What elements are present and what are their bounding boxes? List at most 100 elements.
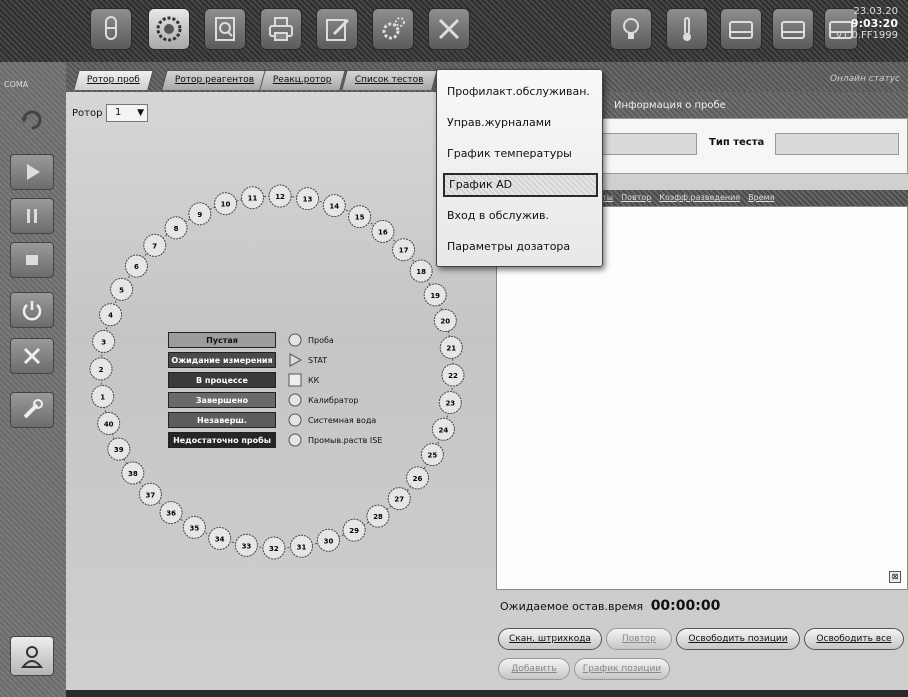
rotor-position-label: 16: [378, 228, 388, 236]
rotor-position-label: 25: [428, 452, 438, 460]
test-tube-icon[interactable]: [90, 8, 132, 50]
rotor-position[interactable]: 21: [439, 336, 463, 360]
tray-icon[interactable]: [720, 8, 762, 50]
rotor-position[interactable]: 9: [188, 202, 212, 226]
rotor-position[interactable]: 22: [441, 363, 465, 387]
dropdown-menu-item[interactable]: График температуры: [443, 142, 598, 166]
rotor-position-label: 14: [329, 203, 339, 211]
dropdown-menu-item[interactable]: Управ.журналами: [443, 111, 598, 135]
stop-icon[interactable]: [10, 242, 54, 278]
legend-status-item: В процессе: [168, 372, 276, 388]
legend-status-item: Ожидание измерения: [168, 352, 276, 368]
column-header[interactable]: Повтор: [621, 193, 651, 202]
rotor-position[interactable]: 34: [208, 526, 232, 550]
rotor-position[interactable]: 13: [296, 187, 320, 211]
wrench-icon[interactable]: [10, 392, 54, 428]
rotor-position[interactable]: 19: [423, 283, 447, 307]
rotor-position-label: 3: [101, 338, 106, 346]
rotor-position-label: 13: [303, 196, 313, 204]
rotor-position[interactable]: 31: [289, 534, 313, 558]
scan-barcode-button[interactable]: Скан. штрихкода: [498, 628, 602, 650]
expand-icon[interactable]: ⊠: [889, 571, 901, 583]
thermometer-icon[interactable]: [666, 8, 708, 50]
rotor-position[interactable]: 5: [110, 277, 134, 301]
dropdown-menu-item[interactable]: Вход в обслужив.: [443, 204, 598, 228]
rotor-position[interactable]: 1: [91, 384, 115, 408]
rotor-position[interactable]: 8: [164, 216, 188, 240]
tab-sample-rotor[interactable]: Ротор проб: [73, 70, 154, 90]
rotor-position[interactable]: 30: [316, 528, 340, 552]
column-header[interactable]: Коэфф.разведения: [659, 193, 740, 202]
tab-reaction-rotor[interactable]: Реакц.ротор: [259, 70, 346, 90]
service-dropdown-menu: Профилакт.обслуживан. Управ.журналами Граф…: [436, 69, 603, 267]
rotor-position[interactable]: 15: [348, 205, 372, 229]
rotor-position-label: 32: [269, 545, 279, 553]
rotor-position[interactable]: 25: [420, 443, 444, 467]
rotor-position[interactable]: 7: [143, 233, 167, 257]
rotor-position[interactable]: 2: [89, 357, 113, 381]
edit-icon[interactable]: [316, 8, 358, 50]
settings-gear-icon[interactable]: [372, 8, 414, 50]
power-icon[interactable]: [10, 292, 54, 328]
rotor-position[interactable]: 27: [387, 487, 411, 511]
rotor-position-label: 15: [355, 214, 365, 222]
free-all-button[interactable]: Освободить все: [804, 628, 904, 650]
rotor-position[interactable]: 17: [392, 238, 416, 262]
rotor-position[interactable]: 39: [107, 437, 131, 461]
test-type-field[interactable]: [775, 133, 899, 155]
rotor-icon[interactable]: [148, 8, 190, 50]
add-button[interactable]: Добавить: [498, 658, 570, 680]
rotor-position-label: 9: [197, 211, 202, 219]
column-header[interactable]: Время: [748, 193, 774, 202]
rotor-position-label: 37: [146, 491, 156, 499]
rotor-position[interactable]: 36: [159, 501, 183, 525]
rotor-position-label: 40: [104, 420, 114, 428]
rotor-position[interactable]: 6: [124, 254, 148, 278]
circle-icon: [288, 333, 302, 347]
rotor-position[interactable]: 3: [92, 329, 116, 353]
cancel-icon[interactable]: [10, 338, 54, 374]
dropdown-menu-item[interactable]: Профилакт.обслуживан.: [443, 80, 598, 104]
lamp-icon[interactable]: [610, 8, 652, 50]
rotor-position[interactable]: 18: [409, 259, 433, 283]
rotor-position[interactable]: 20: [433, 309, 457, 333]
pause-icon[interactable]: [10, 198, 54, 234]
play-icon[interactable]: [10, 154, 54, 190]
rotor-position[interactable]: 33: [234, 533, 258, 557]
rotor-position[interactable]: 26: [406, 466, 430, 490]
rotor-position[interactable]: 4: [99, 303, 123, 327]
printer-icon[interactable]: [260, 8, 302, 50]
tab-reagent-rotor[interactable]: Ротор реагентов: [161, 70, 268, 90]
rotor-position[interactable]: 10: [214, 192, 238, 216]
search-document-icon[interactable]: [204, 8, 246, 50]
tools-icon[interactable]: [428, 8, 470, 50]
rotor-position[interactable]: 38: [121, 461, 145, 485]
circle-icon: [288, 433, 302, 447]
legend-status-item: Незаверш.: [168, 412, 276, 428]
rotor-position[interactable]: 14: [322, 194, 346, 218]
tray-icon[interactable]: [772, 8, 814, 50]
rotor-position[interactable]: 11: [241, 186, 265, 210]
rotor-position[interactable]: 40: [97, 411, 121, 435]
refresh-icon[interactable]: [10, 102, 54, 138]
legend-type-item: Промыв.раств ISE: [288, 432, 382, 448]
free-position-button[interactable]: Освободить позиции: [676, 628, 800, 650]
rotor-position[interactable]: 35: [182, 515, 206, 539]
clock-time: 9:03:20: [850, 17, 898, 30]
rotor-position[interactable]: 29: [342, 518, 366, 542]
rotor-position[interactable]: 28: [366, 504, 390, 528]
position-graph-button[interactable]: График позиции: [574, 658, 670, 680]
rotor-position-label: 24: [439, 426, 449, 434]
legend-type-label: Калибратор: [308, 395, 359, 405]
rotor-position[interactable]: 16: [371, 219, 395, 243]
dropdown-menu-item[interactable]: График AD: [443, 173, 598, 197]
rotor-position[interactable]: 32: [262, 536, 286, 560]
tab-test-list[interactable]: Список тестов: [341, 70, 438, 90]
rotor-position[interactable]: 23: [438, 391, 462, 415]
rotor-position[interactable]: 37: [138, 482, 162, 506]
rotor-position[interactable]: 12: [268, 184, 292, 208]
repeat-button[interactable]: Повтор: [606, 628, 672, 650]
user-icon[interactable]: [10, 636, 54, 676]
dropdown-menu-item[interactable]: Параметры дозатора: [443, 235, 598, 259]
rotor-position[interactable]: 24: [431, 417, 455, 441]
